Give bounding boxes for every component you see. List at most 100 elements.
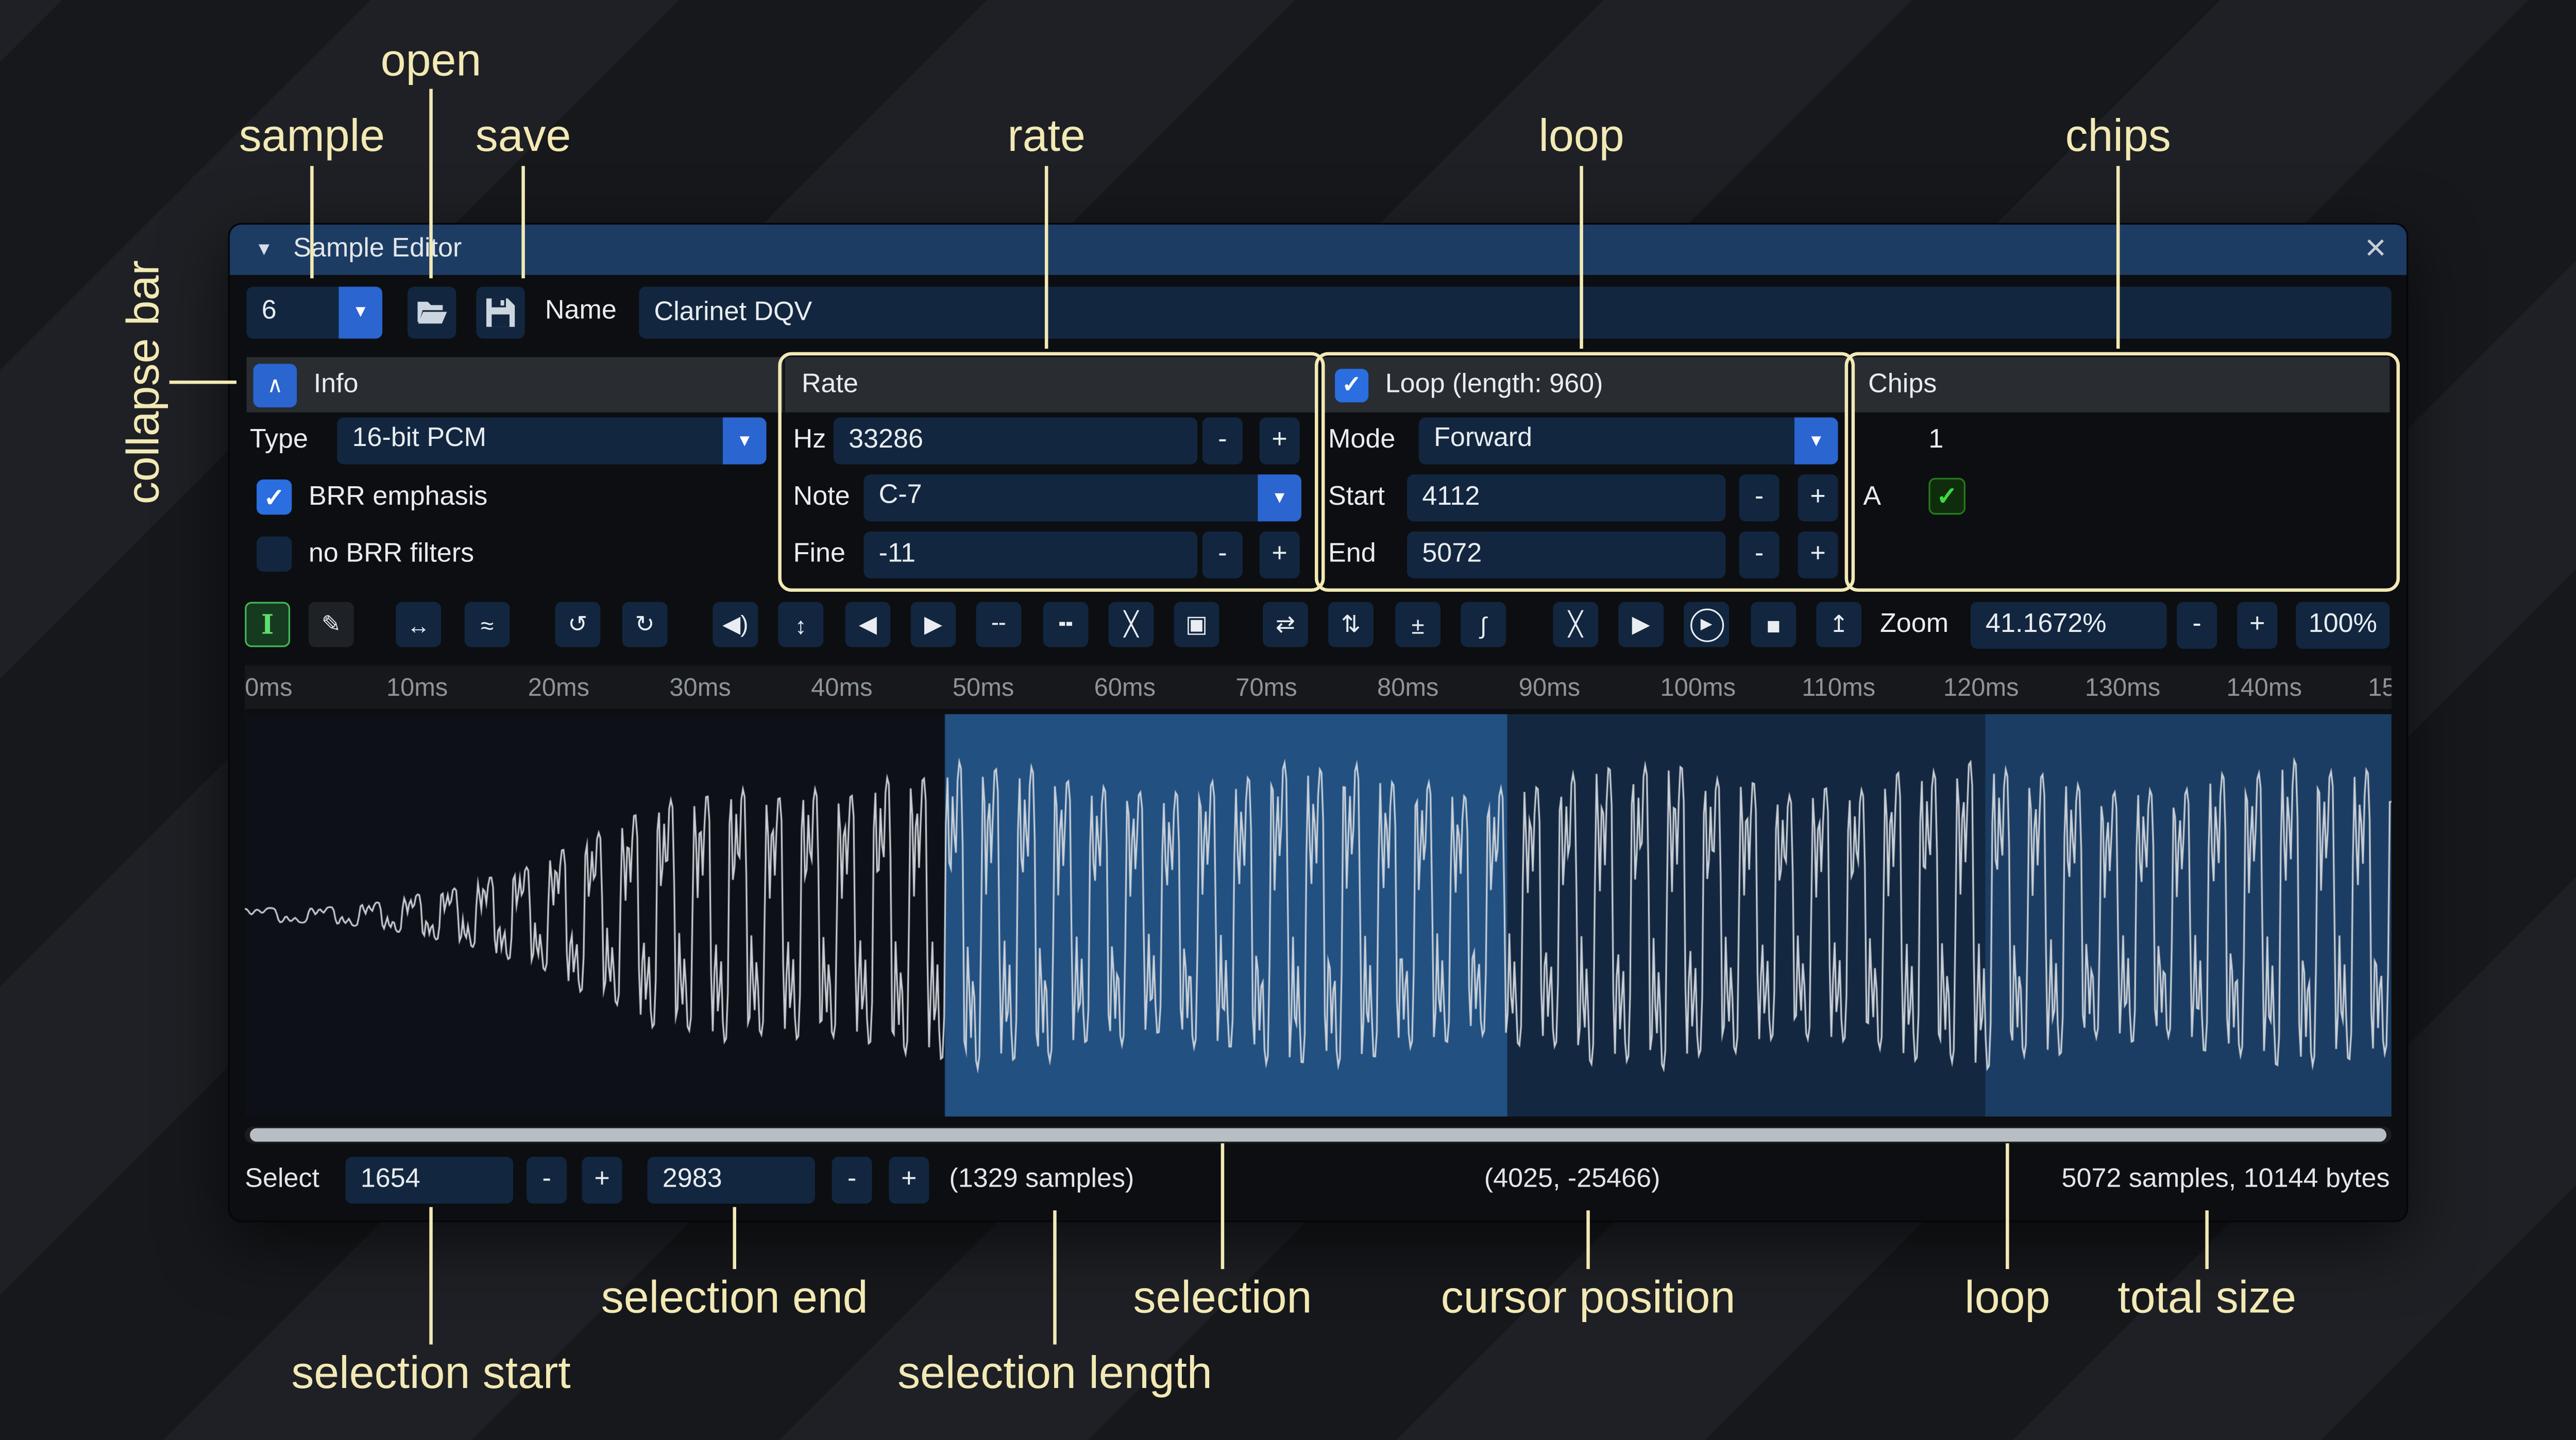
window-collapse-icon[interactable]: ▼ (255, 239, 273, 260)
annotation-selection-length-line (1053, 1210, 1057, 1344)
sample-name-input[interactable]: Clarinet DQV (639, 287, 2392, 339)
zoom-in-button[interactable]: + (2237, 602, 2277, 649)
normalize-button[interactable]: ↕ (778, 602, 823, 647)
fade-in-button[interactable]: ◀ (845, 602, 891, 647)
check-icon: ✓ (1342, 370, 1361, 399)
loop-enable-checkbox[interactable]: ✓ (1335, 368, 1368, 401)
hz-input[interactable]: 33286 (834, 418, 1197, 465)
apply-silence-button[interactable]: ╍ (1043, 602, 1089, 647)
selection-end-input[interactable]: 2983 (647, 1157, 815, 1204)
open-sample-button[interactable] (408, 287, 456, 339)
create-instrument-icon: ↥ (1829, 610, 1849, 639)
sample-name-value: Clarinet DQV (654, 298, 812, 328)
ruler-label: 10ms (386, 674, 448, 702)
waveform-canvas[interactable] (245, 714, 2392, 1117)
loop-mode-value: Forward (1434, 424, 1532, 455)
loop-end-increment-button[interactable]: + (1798, 532, 1838, 578)
annotation-selection-line (1221, 1143, 1225, 1269)
hz-decrement-button[interactable]: - (1202, 418, 1243, 465)
annotation-open-line (429, 89, 433, 279)
fine-increment-button[interactable]: + (1260, 532, 1300, 578)
chip-enable-checkbox[interactable]: ✓ (1928, 478, 1965, 515)
trim-button[interactable]: ▣ (1174, 602, 1219, 647)
select-tool-button[interactable]: I (245, 602, 290, 647)
waveform-scrollbar[interactable] (245, 1126, 2392, 1143)
ruler-label: 40ms (811, 674, 872, 702)
play-from-cursor-icon: ▶ (1690, 608, 1723, 641)
sample-number-select[interactable]: 6 ▼ (246, 287, 382, 339)
screenshot-root: ▼ Sample Editor × 6 ▼ Name Clarinet DQ (0, 0, 2576, 1440)
chevron-up-icon: ∧ (267, 371, 283, 398)
annotation-collapse-bar-label: collapse bar (118, 260, 170, 504)
info-collapse-button[interactable]: ∧ (253, 363, 297, 407)
loop-start-input[interactable]: 4112 (1407, 474, 1725, 521)
save-icon (486, 298, 515, 327)
create-instrument-button[interactable]: ↥ (1816, 602, 1861, 647)
type-select[interactable]: 16-bit PCM ▼ (337, 418, 766, 465)
play-from-cursor-button[interactable]: ▶ (1684, 602, 1729, 647)
delete-button[interactable]: ╳ (1109, 602, 1154, 647)
ruler-label: 50ms (953, 674, 1014, 702)
undo-button[interactable]: ↺ (555, 602, 600, 647)
annotation-chips-label: chips (2065, 111, 2171, 163)
trim-icon: ▣ (1185, 610, 1208, 639)
selection-end-increment-button[interactable]: + (889, 1157, 929, 1204)
zoom-out-button[interactable]: - (2177, 602, 2217, 649)
note-select[interactable]: C-7 ▼ (863, 474, 1301, 521)
selection-start-decrement-button[interactable]: - (527, 1157, 567, 1204)
insert-silence-button[interactable]: ╌ (976, 602, 1021, 647)
ruler-label: 130ms (2085, 674, 2161, 702)
loop-end-decrement-button[interactable]: - (1739, 532, 1780, 578)
loop-panel: ✓ Loop (length: 960) Mode Forward ▼ Star… (1321, 357, 1846, 583)
reverse-button[interactable]: ⇄ (1263, 602, 1308, 647)
redo-button[interactable]: ↻ (622, 602, 668, 647)
crossfade-button[interactable]: ╳ (1553, 602, 1598, 647)
fade-out-button[interactable]: ▶ (911, 602, 956, 647)
save-sample-button[interactable] (476, 287, 524, 339)
ruler-label: 140ms (2226, 674, 2302, 702)
annotation-selection-end-label: selection end (601, 1273, 868, 1325)
chips-panel: Chips 1 A ✓ (1852, 357, 2390, 583)
scrollbar-thumb[interactable] (250, 1128, 2386, 1142)
window-titlebar[interactable]: ▼ Sample Editor × (230, 225, 2406, 275)
selection-end-decrement-button[interactable]: - (832, 1157, 872, 1204)
type-value: 16-bit PCM (352, 424, 487, 455)
redo-icon: ↻ (635, 610, 654, 639)
stop-button[interactable]: ■ (1751, 602, 1796, 647)
rate-panel-header: Rate (785, 357, 1316, 412)
close-icon[interactable]: × (2365, 226, 2386, 270)
loop-end-input[interactable]: 5072 (1407, 532, 1725, 578)
hz-increment-button[interactable]: + (1260, 418, 1300, 465)
loop-end-label: End (1328, 540, 1376, 570)
waveform-view[interactable] (245, 714, 2392, 1117)
zoom-input[interactable]: 41.1672% (1971, 602, 2167, 649)
brr-emphasis-checkbox[interactable]: ✓ (257, 479, 292, 515)
resample-button[interactable]: ≈ (465, 602, 510, 647)
annotation-sample-label: sample (239, 111, 385, 163)
loop-start-increment-button[interactable]: + (1798, 474, 1838, 521)
selection-start-increment-button[interactable]: + (582, 1157, 622, 1204)
invert-button[interactable]: ⇅ (1328, 602, 1374, 647)
filter-button[interactable]: ∫ (1461, 602, 1506, 647)
zoom-reset-button[interactable]: 100% (2296, 602, 2389, 649)
loop-mode-select[interactable]: Forward ▼ (1419, 418, 1838, 465)
timeline-ruler: 0ms10ms20ms30ms40ms50ms60ms70ms80ms90ms1… (245, 665, 2392, 709)
amplify-button[interactable]: ◀) (713, 602, 758, 647)
normalize-icon: ↕ (795, 611, 807, 638)
fine-input[interactable]: -11 (863, 532, 1197, 578)
annotation-selection-start-label: selection start (291, 1348, 570, 1400)
draw-tool-button[interactable]: ✎ (309, 602, 354, 647)
fine-decrement-button[interactable]: - (1202, 532, 1243, 578)
selection-length-text: (1329 samples) (949, 1165, 1134, 1195)
no-brr-filters-checkbox[interactable] (257, 537, 292, 572)
preview-button[interactable]: ▶ (1618, 602, 1664, 647)
selection-start-value: 1654 (361, 1165, 420, 1195)
loop-start-decrement-button[interactable]: - (1739, 474, 1780, 521)
insert-silence-icon: ╌ (992, 610, 1006, 639)
resize-button[interactable]: ↔ (396, 602, 441, 647)
selection-end-value: 2983 (663, 1165, 722, 1195)
chevron-down-icon: ▼ (1258, 474, 1301, 521)
selection-start-input[interactable]: 1654 (346, 1157, 514, 1204)
signed-unsigned-button[interactable]: ± (1395, 602, 1440, 647)
fade-in-icon: ◀ (859, 610, 877, 639)
